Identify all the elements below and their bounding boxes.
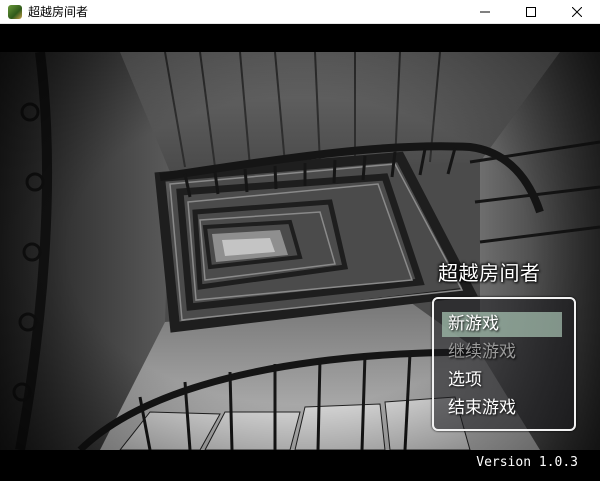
letterbox-top [0,24,600,52]
title-menu: 新游戏 继续游戏 选项 结束游戏 [432,297,576,431]
game-screen[interactable]: 超越房间者 新游戏 继续游戏 选项 结束游戏 [0,52,600,450]
game-title: 超越房间者 [438,261,541,285]
minimize-icon [480,11,490,12]
window-controls [462,0,600,23]
maximize-icon [526,6,536,17]
close-icon [572,6,582,17]
window-titlebar: 超越房间者 [0,0,600,24]
menu-item-new-game[interactable]: 新游戏 [442,312,562,337]
menu-item-options[interactable]: 选项 [448,368,560,393]
maximize-button[interactable] [508,0,554,23]
menu-item-continue[interactable]: 继续游戏 [448,340,560,365]
menu-item-quit[interactable]: 结束游戏 [448,396,560,421]
version-label: Version 1.0.3 [476,455,578,470]
close-button[interactable] [554,0,600,23]
window-title: 超越房间者 [28,5,89,19]
minimize-button[interactable] [462,0,508,23]
game-app-icon [8,4,22,19]
